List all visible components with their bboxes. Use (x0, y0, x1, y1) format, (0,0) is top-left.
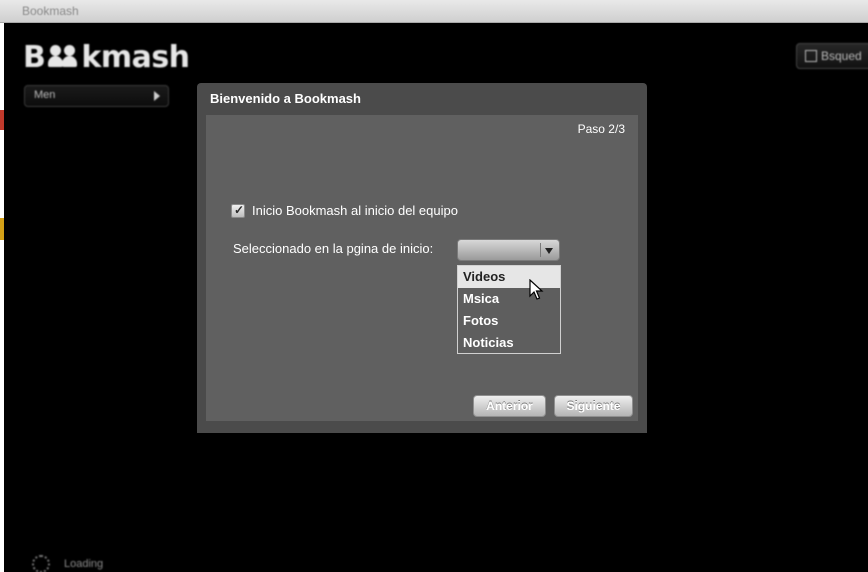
homepage-select-row: Seleccionado en la pgina de inicio: (233, 240, 433, 258)
search-icon (805, 50, 817, 62)
option-noticias[interactable]: Noticias (458, 332, 560, 354)
homepage-select[interactable] (457, 239, 560, 261)
menu-button[interactable]: Men (24, 85, 169, 107)
loading-indicator: Loading (32, 555, 103, 572)
menu-label: Men (34, 89, 56, 101)
option-fotos[interactable]: Fotos (458, 310, 560, 332)
welcome-dialog: Bienvenido a Bookmash Paso 2/3 ✓ Inicio … (197, 83, 647, 433)
window-title: Bookmash (22, 4, 79, 18)
spinner-icon (32, 555, 50, 572)
chevron-down-icon (545, 248, 553, 254)
people-icon (46, 43, 80, 71)
previous-button[interactable]: Anterior (473, 395, 546, 417)
homepage-dropdown-list: Videos Msica Fotos Noticias (457, 265, 561, 354)
step-indicator: Paso 2/3 (577, 122, 625, 136)
search-button[interactable]: Bsqued (796, 43, 868, 69)
chevron-right-icon (154, 91, 160, 101)
logo-text: kmash (81, 39, 190, 75)
startup-checkbox-row[interactable]: ✓ Inicio Bookmash al inicio del equipo (231, 203, 458, 218)
checkmark-icon: ✓ (234, 202, 245, 217)
bookmash-logo: B kmash (23, 39, 190, 75)
mouse-pointer-icon (529, 279, 544, 300)
loading-label: Loading (64, 558, 104, 570)
dialog-content: Paso 2/3 ✓ Inicio Bookmash al inicio del… (206, 115, 638, 421)
window-titlebar: Bookmash (0, 0, 868, 23)
select-divider (540, 243, 541, 257)
search-button-label: Bsqued (821, 49, 862, 63)
dialog-title: Bienvenido a Bookmash (210, 91, 361, 106)
next-button[interactable]: Siguiente (554, 395, 633, 417)
startup-checkbox[interactable]: ✓ (231, 202, 245, 218)
logo-letter: B (23, 39, 46, 75)
startup-checkbox-label: Inicio Bookmash al inicio del equipo (252, 203, 458, 218)
homepage-select-label: Seleccionado en la pgina de inicio: (233, 241, 434, 256)
